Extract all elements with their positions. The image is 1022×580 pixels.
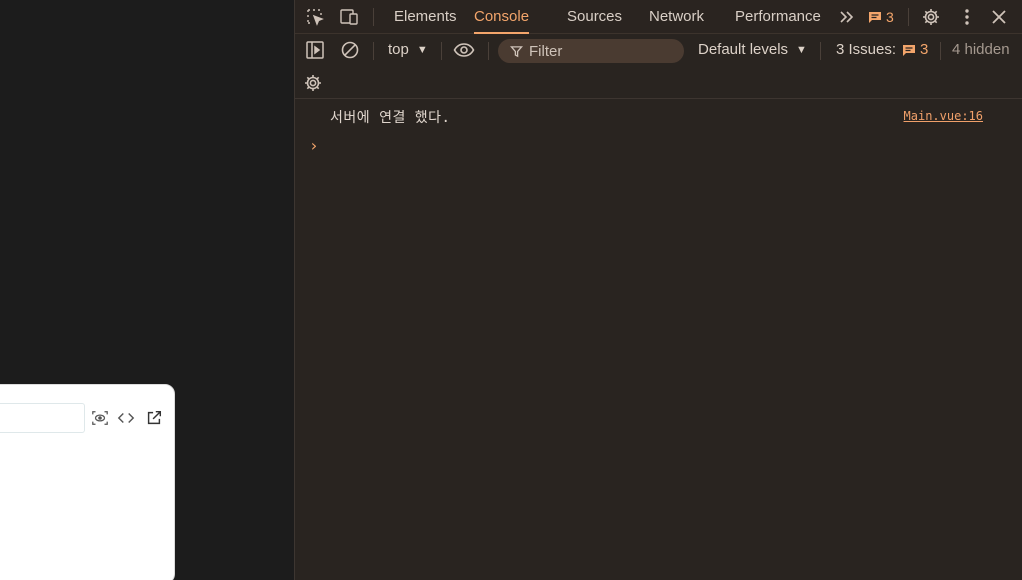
divider (908, 8, 909, 26)
sidebar-toggle-icon[interactable] (304, 39, 326, 61)
filter-input[interactable] (529, 42, 669, 60)
issues-label: 3 Issues: (836, 41, 897, 58)
console-toolbar: top ▼ Default levels ▼ 3 Issues: (295, 34, 1022, 67)
message-icon (869, 12, 881, 23)
page-viewport (0, 0, 294, 580)
live-expression-eye-icon[interactable] (453, 39, 475, 61)
settings-gear-icon[interactable] (920, 6, 942, 28)
divider (820, 42, 821, 60)
console-settings-row (295, 67, 1022, 99)
close-icon[interactable] (988, 6, 1010, 28)
message-icon (903, 44, 916, 56)
tab-console[interactable]: Console (474, 0, 530, 34)
devtools-panel: Elements Console Sources Network Perform… (294, 0, 1022, 580)
messages-count: 3 (886, 9, 894, 25)
context-label: top (388, 41, 409, 58)
more-options-icon[interactable] (956, 6, 978, 28)
tab-performance[interactable]: Performance (735, 0, 821, 34)
hidden-messages-count: 4 hidden (952, 41, 1010, 58)
divider (441, 42, 442, 60)
tab-elements[interactable]: Elements (394, 0, 457, 34)
issues-count: 3 (920, 41, 929, 58)
clear-console-icon[interactable] (339, 39, 361, 61)
device-toolbar-icon[interactable] (338, 6, 360, 28)
filter-box[interactable] (498, 39, 684, 63)
eye-scan-icon[interactable] (89, 407, 111, 429)
external-link-icon[interactable] (143, 407, 165, 429)
context-selector[interactable]: top ▼ (388, 41, 428, 58)
console-message: 서버에 연결 했다. (330, 110, 451, 126)
messages-badge[interactable]: 3 (868, 8, 894, 26)
log-levels-label: Default levels (698, 41, 789, 58)
caret-down-icon: ▼ (796, 43, 807, 56)
tab-network[interactable]: Network (649, 0, 704, 34)
console-output: 서버에 연결 했다. Main.vue:16 › (295, 100, 1022, 580)
filter-funnel-icon (510, 45, 523, 57)
divider (940, 42, 941, 60)
issues-button[interactable]: 3 Issues: 3 (836, 41, 928, 58)
code-icon[interactable] (115, 407, 137, 429)
card-input-field[interactable] (0, 403, 85, 433)
preview-card (0, 384, 175, 580)
devtools-tabbar: Elements Console Sources Network Perform… (295, 0, 1022, 34)
inspect-element-icon[interactable] (304, 6, 326, 28)
divider (373, 8, 374, 26)
message-source-link[interactable]: Main.vue:16 (904, 109, 983, 123)
divider (373, 42, 374, 60)
console-prompt-chevron-icon[interactable]: › (309, 136, 319, 155)
tab-sources[interactable]: Sources (567, 0, 622, 34)
caret-down-icon: ▼ (416, 43, 428, 56)
log-levels-dropdown[interactable]: Default levels ▼ (698, 41, 807, 58)
divider (488, 42, 489, 60)
console-settings-gear-icon[interactable] (302, 72, 324, 94)
more-tabs-icon[interactable] (836, 6, 858, 28)
